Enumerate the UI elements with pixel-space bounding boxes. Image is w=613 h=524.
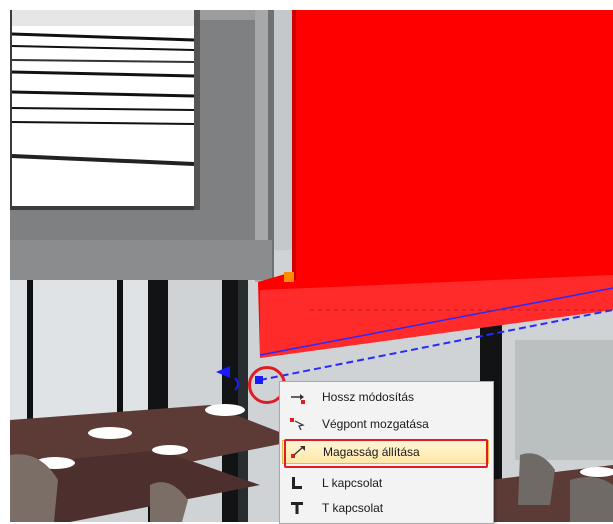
menu-item-label: Végpont mozgatása [322,417,429,431]
t-connection-icon [286,496,308,520]
endpoint-move-icon [286,412,308,436]
l-connection-icon [286,471,308,495]
height-set-icon [287,440,309,464]
length-modify-icon [286,385,308,409]
context-menu: Hossz módosítás Végpont mozgatása Magass… [279,381,494,524]
menu-item-height-set[interactable]: Magasság állítása [282,440,489,464]
menu-item-length-modify[interactable]: Hossz módosítás [282,385,489,409]
menu-item-t-connection[interactable]: T kapcsolat [282,496,489,520]
menu-item-endpoint-move[interactable]: Végpont mozgatása [282,412,489,436]
menu-item-label: Hossz módosítás [322,390,415,404]
menu-item-label: T kapcsolat [322,501,384,515]
menu-item-label: Magasság állítása [323,445,420,459]
menu-item-l-connection[interactable]: L kapcsolat [282,471,489,495]
menu-item-label: L kapcsolat [322,476,383,490]
